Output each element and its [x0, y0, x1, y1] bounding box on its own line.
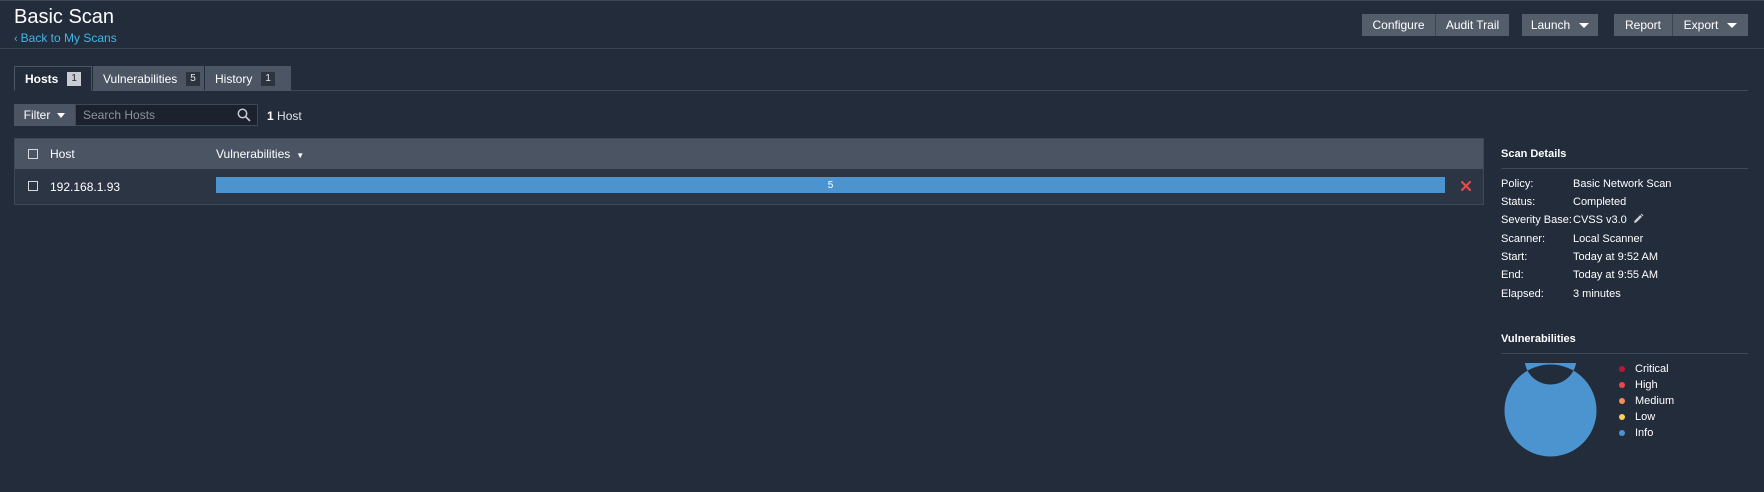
- host-count-number: 1: [267, 109, 274, 123]
- filter-button[interactable]: Filter: [14, 104, 75, 126]
- chevron-left-icon: ‹: [14, 33, 18, 45]
- configure-label: Configure: [1372, 18, 1425, 32]
- filter-label: Filter: [23, 108, 51, 122]
- detail-value-status: Completed: [1573, 196, 1627, 208]
- detail-label-start: Start:: [1501, 251, 1528, 263]
- detail-label-status: Status:: [1501, 196, 1536, 208]
- detail-label-elapsed: Elapsed:: [1501, 288, 1544, 300]
- tab-history-label: History: [215, 71, 253, 86]
- detail-label-severity-base: Severity Base:: [1501, 214, 1572, 226]
- legend-dot-low: [1619, 414, 1625, 420]
- search-box: [75, 104, 258, 126]
- launch-button[interactable]: Launch: [1522, 14, 1598, 36]
- detail-value-end: Today at 9:55 AM: [1573, 269, 1658, 281]
- vulnerabilities-chart-separator: [1501, 353, 1748, 354]
- vulnerabilities-chart-title: Vulnerabilities: [1501, 333, 1576, 345]
- tab-history[interactable]: History 1: [205, 66, 291, 91]
- vulnerability-bar-info-segment: 5: [216, 177, 1445, 193]
- audit-trail-label: Audit Trail: [1445, 18, 1500, 32]
- table-row[interactable]: 192.168.1.93 5: [15, 169, 1483, 204]
- search-hosts-input[interactable]: [76, 105, 231, 125]
- caret-down-icon: [1579, 22, 1590, 28]
- tab-vulnerabilities[interactable]: Vulnerabilities 5: [93, 66, 204, 91]
- launch-label: Launch: [1530, 18, 1571, 32]
- edit-pencil-icon[interactable]: [1632, 213, 1644, 225]
- legend-label-medium: Medium: [1635, 395, 1675, 407]
- configure-button[interactable]: Configure: [1362, 14, 1435, 36]
- legend-item-info[interactable]: Info: [1619, 427, 1653, 439]
- detail-label-policy: Policy:: [1501, 178, 1534, 190]
- legend-label-info: Info: [1635, 427, 1654, 439]
- sort-down-icon: ▼: [296, 151, 305, 160]
- top-border: [0, 0, 1764, 1]
- legend-label-low: Low: [1635, 411, 1656, 423]
- legend-item-critical[interactable]: Critical: [1619, 363, 1669, 375]
- scan-details-separator: [1501, 168, 1748, 169]
- audit-trail-button[interactable]: Audit Trail: [1436, 14, 1509, 36]
- legend-dot-info: [1619, 430, 1625, 436]
- report-button[interactable]: Report: [1614, 14, 1672, 36]
- detail-label-end: End:: [1501, 269, 1524, 281]
- export-label: Export: [1683, 18, 1719, 32]
- hosts-table: Host Vulnerabilities ▼ 192.168.1.93 5: [14, 138, 1484, 205]
- legend-dot-high: [1619, 382, 1625, 388]
- legend-dot-medium: [1619, 398, 1625, 404]
- tab-hosts[interactable]: Hosts 1: [14, 66, 92, 91]
- detail-value-policy: Basic Network Scan: [1573, 178, 1672, 190]
- legend-dot-critical: [1619, 366, 1625, 372]
- tab-hosts-count: 1: [67, 71, 81, 86]
- column-vulnerabilities-label: Vulnerabilities: [216, 147, 291, 161]
- column-header-vulnerabilities[interactable]: Vulnerabilities ▼: [216, 147, 304, 161]
- detail-value-scanner: Local Scanner: [1573, 233, 1644, 245]
- legend-label-critical: Critical: [1635, 363, 1669, 375]
- detail-value-start: Today at 9:52 AM: [1573, 251, 1658, 263]
- tab-vulnerabilities-count: 5: [186, 71, 200, 86]
- detail-label-scanner: Scanner:: [1501, 233, 1546, 245]
- legend-item-high[interactable]: High: [1619, 379, 1658, 391]
- tab-hosts-label: Hosts: [25, 71, 59, 86]
- back-to-my-scans-link[interactable]: ‹ Back to My Scans: [14, 31, 117, 45]
- row-checkbox[interactable]: [28, 181, 38, 191]
- search-icon[interactable]: [237, 108, 251, 122]
- host-ip[interactable]: 192.168.1.93: [50, 180, 120, 194]
- host-count: 1 Host: [267, 109, 302, 123]
- remove-host-icon[interactable]: [1459, 179, 1473, 193]
- page-title: Basic Scan: [14, 6, 115, 28]
- tab-history-count: 1: [261, 71, 275, 86]
- table-header: Host Vulnerabilities ▼: [15, 139, 1483, 169]
- caret-down-icon: [1727, 22, 1738, 28]
- tab-vulnerabilities-label: Vulnerabilities: [103, 71, 178, 86]
- back-link-label: Back to My Scans: [20, 31, 117, 45]
- scan-details-title: Scan Details: [1501, 148, 1567, 160]
- detail-value-severity-base: CVSS v3.0: [1573, 214, 1627, 226]
- column-host-label: Host: [50, 147, 75, 161]
- column-header-host[interactable]: Host: [50, 147, 75, 161]
- export-button[interactable]: Export: [1673, 14, 1748, 36]
- legend-item-medium[interactable]: Medium: [1619, 395, 1674, 407]
- report-label: Report: [1624, 18, 1662, 32]
- detail-value-elapsed: 3 minutes: [1573, 288, 1621, 300]
- vulnerability-count: 5: [827, 179, 834, 191]
- legend-item-low[interactable]: Low: [1619, 411, 1655, 423]
- vulnerability-bar[interactable]: 5: [216, 177, 1445, 193]
- caret-down-icon: [57, 112, 66, 118]
- legend-label-high: High: [1635, 379, 1658, 391]
- select-all-checkbox[interactable]: [28, 149, 38, 159]
- host-count-label: Host: [277, 109, 302, 123]
- vulnerabilities-donut-chart[interactable]: [1503, 363, 1598, 458]
- header-separator: [0, 48, 1764, 49]
